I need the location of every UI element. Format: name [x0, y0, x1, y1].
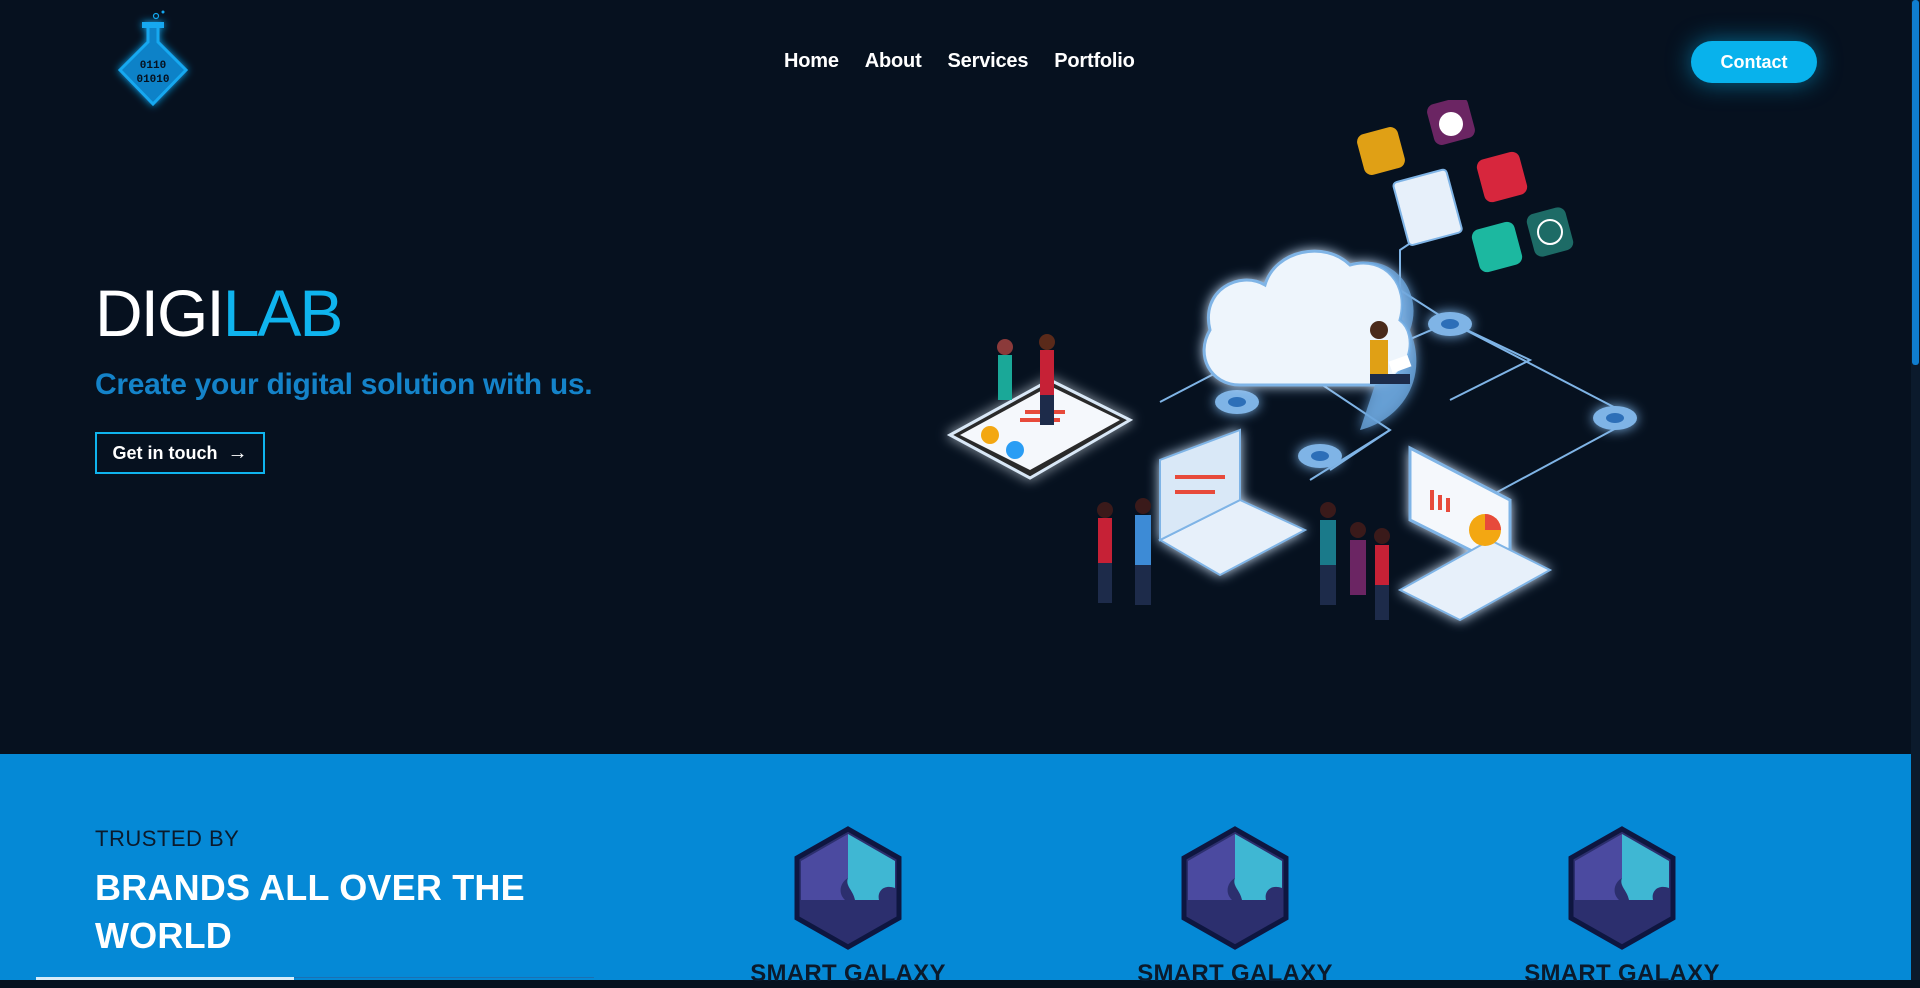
logo-digits-2: 01010 [136, 74, 169, 86]
hero-title-lab: LAB [222, 276, 344, 350]
logo-digits-1: 0110 [140, 60, 166, 72]
brand-logo-2[interactable]: SMART GALAXY [1135, 826, 1335, 987]
nav-portfolio[interactable]: Portfolio [1054, 50, 1135, 73]
hexagon-puzzle-icon [794, 826, 902, 950]
nav-home[interactable]: Home [784, 50, 839, 73]
isometric-cloud-illustration [930, 97, 1650, 660]
contact-button[interactable]: Contact [1691, 41, 1817, 83]
brands-title: BRANDS ALL OVER THE WORLD [95, 867, 525, 956]
digilab-logo[interactable]: 0110 01010 [108, 8, 198, 118]
brand-name-2: SMART GALAXY [1137, 960, 1333, 987]
scrollbar[interactable] [1911, 0, 1920, 980]
trusted-by-label: TRUSTED BY [95, 826, 240, 851]
hexagon-puzzle-icon [1181, 826, 1289, 950]
get-in-touch-label: Get in touch [112, 442, 218, 463]
hero-title: DIGILAB [95, 280, 343, 346]
nav-about[interactable]: About [865, 50, 922, 73]
hero-title-digi: DIGI [95, 276, 225, 350]
section-divider [294, 977, 594, 978]
main-nav: Home About Services Portfolio [784, 50, 1135, 73]
scrollbar-thumb[interactable] [1912, 0, 1919, 365]
hexagon-puzzle-icon [1568, 826, 1676, 950]
brand-logo-3[interactable]: SMART GALAXY [1522, 826, 1722, 987]
hero-subtitle: Create your digital solution with us. [95, 368, 593, 401]
brand-name-3: SMART GALAXY [1524, 960, 1720, 987]
get-in-touch-button[interactable]: Get in touch → [95, 432, 265, 474]
nav-services[interactable]: Services [948, 50, 1029, 73]
brand-logo-1[interactable]: SMART GALAXY [748, 826, 948, 987]
brand-name-1: SMART GALAXY [750, 960, 946, 987]
arrow-right-icon: → [227, 441, 248, 464]
